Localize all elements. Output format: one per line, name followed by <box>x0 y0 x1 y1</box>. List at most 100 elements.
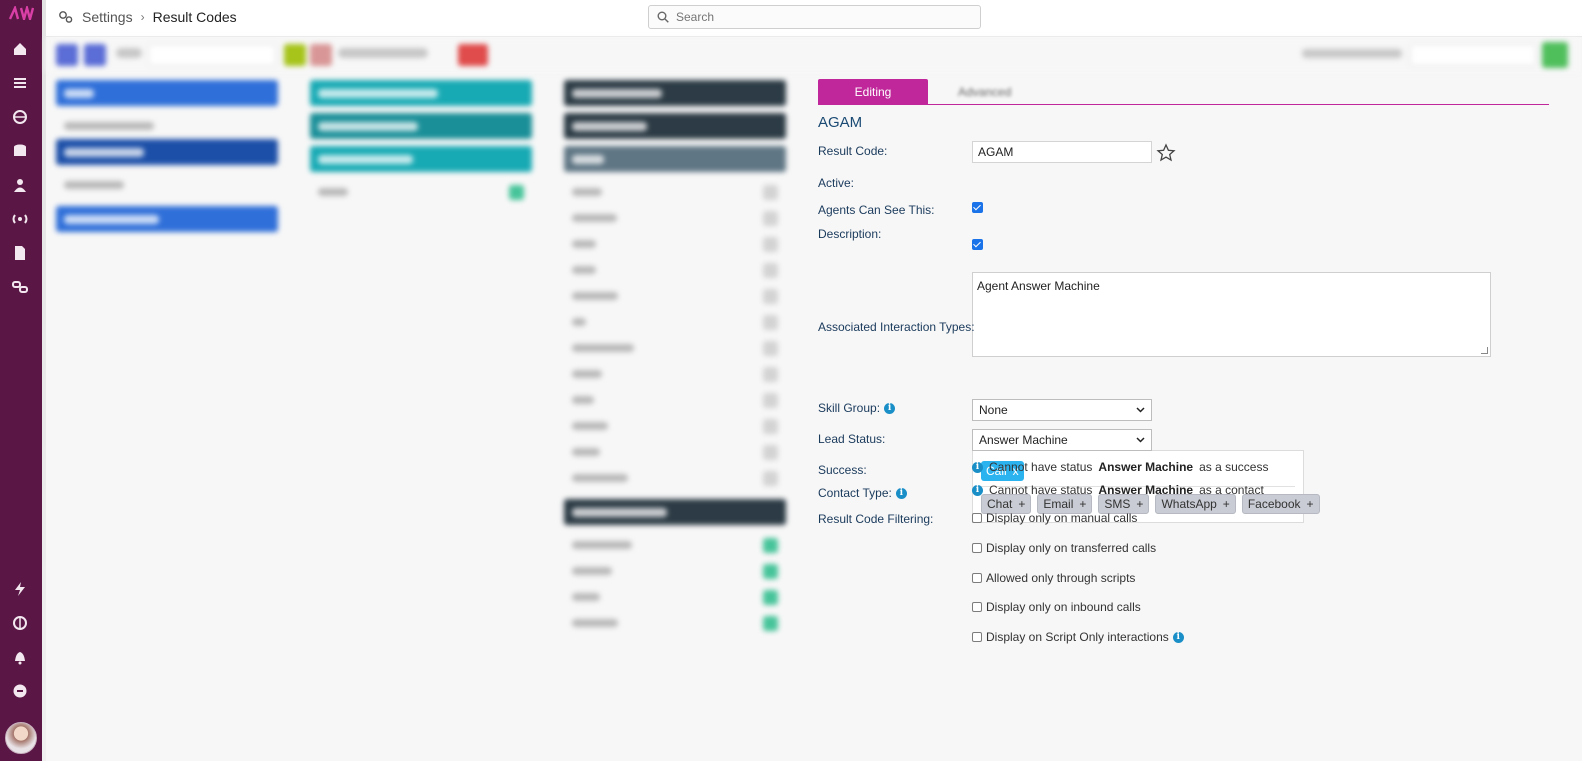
resize-handle[interactable] <box>1481 347 1488 354</box>
avatar[interactable] <box>5 722 37 754</box>
breadcrumb-settings[interactable]: Settings <box>82 9 133 25</box>
interaction-type-filter <box>1230 38 1582 72</box>
toolbar-label <box>116 48 142 58</box>
contact-type-label-row: Contact Type: i <box>818 486 907 500</box>
chip-facebook[interactable]: Facebook + <box>1241 494 1320 514</box>
list-item[interactable] <box>564 309 786 335</box>
agents-can-see-checkbox[interactable] <box>972 239 983 250</box>
list-item[interactable] <box>564 439 786 465</box>
filter-inbound-calls[interactable]: Display only on inbound calls <box>972 600 1141 614</box>
toolbar-button[interactable] <box>310 44 332 66</box>
filter-checkbox[interactable] <box>972 543 982 553</box>
breadcrumb: Settings › Result Codes <box>58 9 237 25</box>
list-item[interactable] <box>56 113 278 139</box>
column-header[interactable] <box>564 113 786 139</box>
filter-manual-calls[interactable]: Display only on manual calls <box>972 511 1137 525</box>
filter-checkbox[interactable] <box>972 632 982 642</box>
search-input[interactable] <box>676 10 956 24</box>
list-item[interactable] <box>564 610 786 636</box>
toolbar-select[interactable] <box>148 44 276 66</box>
list-item[interactable] <box>564 532 786 558</box>
editor-tabs: Editing Advanced <box>818 79 1549 105</box>
list-item-selected[interactable] <box>56 139 278 165</box>
tab-advanced[interactable]: Advanced <box>958 85 1011 99</box>
document-icon[interactable] <box>11 244 29 262</box>
help-icon[interactable] <box>11 682 29 700</box>
search-box[interactable] <box>648 5 981 29</box>
list-item[interactable] <box>564 257 786 283</box>
toolbar-button[interactable] <box>56 44 78 66</box>
column-header[interactable] <box>56 80 278 106</box>
link-icon[interactable] <box>11 278 29 296</box>
filter-transferred-calls[interactable]: Display only on transferred calls <box>972 541 1156 555</box>
info-icon: i <box>972 484 983 496</box>
column-header[interactable] <box>564 499 786 525</box>
list-item[interactable] <box>564 413 786 439</box>
list-item[interactable] <box>310 179 532 205</box>
lightning-icon[interactable] <box>11 580 29 598</box>
list-item-selected[interactable] <box>564 146 786 172</box>
blurred-background <box>46 38 1582 761</box>
contact-note: i Cannot have status Answer Machine as a… <box>972 483 1264 497</box>
skill-group-select[interactable]: None <box>972 399 1152 421</box>
lead-status-select[interactable]: Answer Machine <box>972 429 1152 451</box>
list-item[interactable] <box>564 205 786 231</box>
active-label: Active: <box>818 176 855 190</box>
filter-option-label: Display only on manual calls <box>986 511 1138 525</box>
list-item[interactable] <box>564 231 786 257</box>
list-item[interactable] <box>564 335 786 361</box>
toolbar-button[interactable] <box>84 44 106 66</box>
filter-checkbox[interactable] <box>972 573 982 583</box>
home-icon[interactable] <box>11 40 29 58</box>
note-status: Answer Machine <box>1098 483 1194 497</box>
filter-option-label: Display on Script Only interactions <box>986 630 1169 644</box>
add-icon: + <box>1136 497 1144 511</box>
column-header[interactable] <box>310 80 532 106</box>
toolbar-button[interactable] <box>458 44 488 66</box>
column-header[interactable] <box>310 146 532 172</box>
info-icon[interactable]: i <box>895 487 907 499</box>
top-header: Settings › Result Codes <box>46 0 1582 37</box>
broadcast-icon[interactable] <box>11 210 29 228</box>
filter-script-only-interactions[interactable]: Display on Script Only interactions i <box>972 630 1184 644</box>
users-icon[interactable] <box>11 176 29 194</box>
info-icon[interactable]: i <box>884 402 896 414</box>
settings-gears-icon <box>59 11 73 23</box>
star-icon[interactable] <box>1156 143 1176 163</box>
list-item[interactable] <box>564 387 786 413</box>
list-item[interactable] <box>564 179 786 205</box>
plans-column <box>310 80 532 205</box>
globe-icon-2[interactable] <box>11 614 29 632</box>
database-icon[interactable] <box>11 142 29 160</box>
list-icon[interactable] <box>11 74 29 92</box>
result-code-input[interactable] <box>972 141 1152 163</box>
globe-icon[interactable] <box>11 108 29 126</box>
chip-label: WhatsApp <box>1161 497 1217 511</box>
active-checkbox[interactable] <box>972 202 983 213</box>
list-item[interactable] <box>564 584 786 610</box>
app-logo[interactable] <box>8 6 34 20</box>
description-textarea[interactable]: Agent Answer Machine <box>972 272 1491 357</box>
add-icon: + <box>1079 497 1087 511</box>
column-header[interactable] <box>564 80 786 106</box>
filter-checkbox[interactable] <box>972 602 982 612</box>
bell-icon[interactable] <box>11 648 29 666</box>
list-item[interactable] <box>564 361 786 387</box>
column-header[interactable] <box>56 206 278 232</box>
add-button[interactable] <box>1542 42 1568 68</box>
list-item-selected[interactable] <box>310 113 532 139</box>
tab-editing[interactable]: Editing <box>818 79 928 105</box>
chip-whatsapp[interactable]: WhatsApp + <box>1155 494 1236 514</box>
filter-scripts-only[interactable]: Allowed only through scripts <box>972 571 1135 585</box>
filter-checkbox[interactable] <box>972 513 982 523</box>
list-item[interactable] <box>564 465 786 491</box>
info-icon[interactable]: i <box>1172 631 1184 643</box>
interaction-types-label: Associated Interaction Types: <box>818 320 975 334</box>
agents-label: Agents Can See This: <box>818 203 935 217</box>
list-item[interactable] <box>564 283 786 309</box>
interaction-type-select[interactable] <box>1410 44 1536 66</box>
toolbar-button[interactable] <box>284 44 306 66</box>
chip-label: SMS <box>1104 497 1131 511</box>
list-item[interactable] <box>56 172 278 198</box>
list-item[interactable] <box>564 558 786 584</box>
